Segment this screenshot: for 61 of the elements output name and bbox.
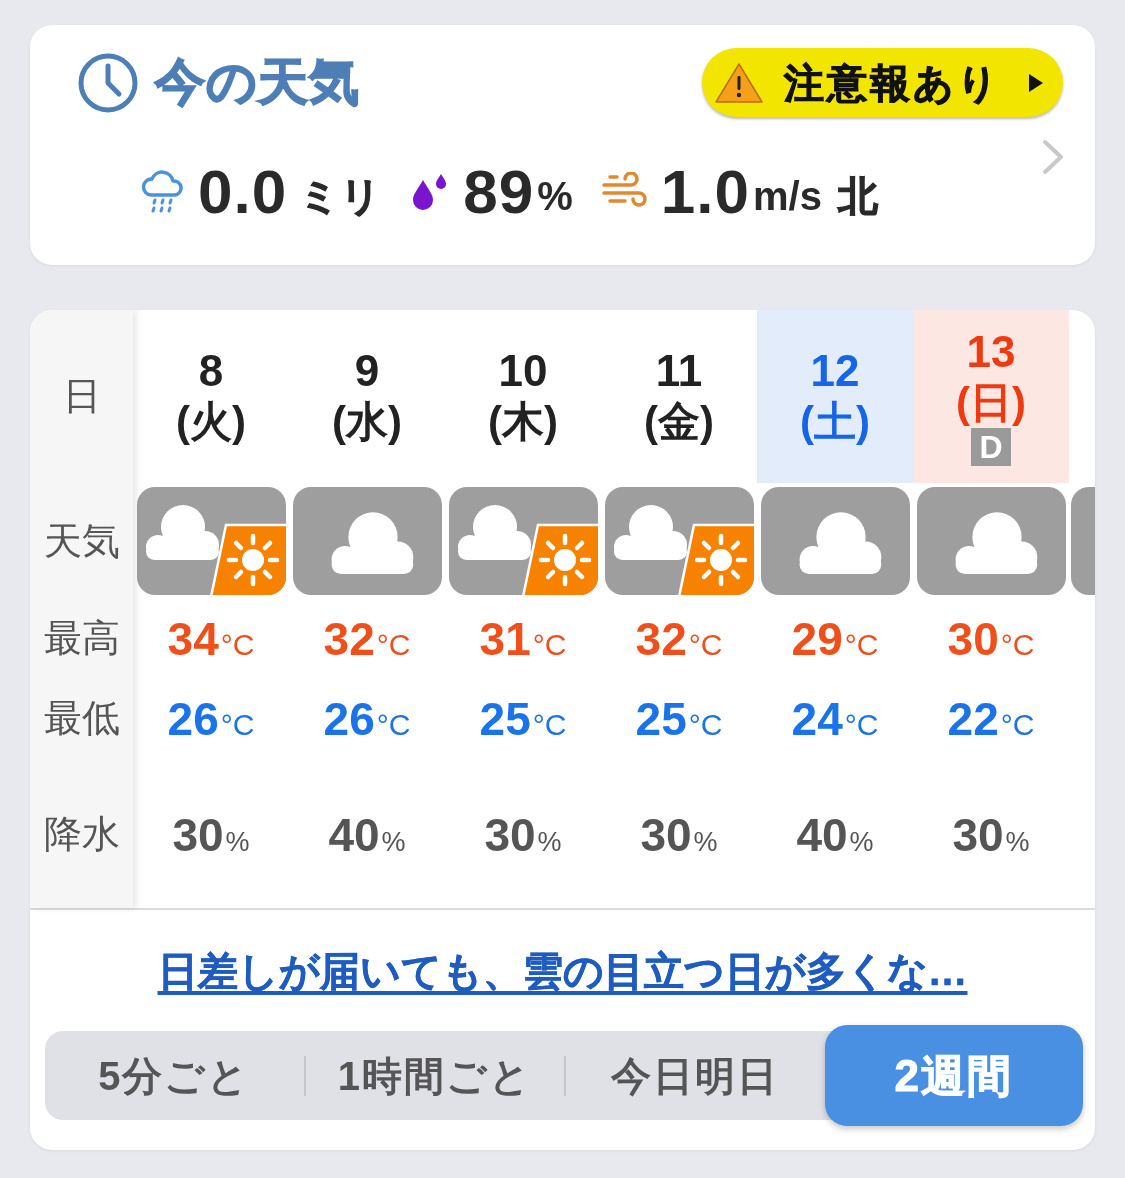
- reading-value: 1.0: [660, 161, 750, 223]
- row-label: 最低: [43, 695, 120, 741]
- reading-unit: m/s: [752, 176, 822, 216]
- day-date: 13: [966, 327, 1016, 378]
- low-temp: 25°C: [479, 695, 567, 742]
- period-tab[interactable]: 今日明日: [566, 1031, 825, 1120]
- day-date: 11: [655, 346, 703, 397]
- day-of-week: (木): [488, 396, 558, 447]
- precip-chance: 30%: [172, 812, 250, 858]
- precip-chance: 40%: [328, 812, 406, 858]
- period-tab[interactable]: 2週間: [824, 1025, 1083, 1126]
- row-label: 降水: [43, 812, 120, 858]
- cloud-sun-icon: [136, 487, 286, 595]
- high-temp: 30°C: [947, 615, 1035, 662]
- cloud-sun-icon: [448, 487, 598, 595]
- row-label: 最高: [43, 615, 120, 661]
- low-temp: 22°C: [947, 695, 1035, 742]
- low-temp: 25°C: [635, 695, 723, 742]
- low-temp: 26°C: [323, 695, 411, 742]
- reading-unit: %: [537, 176, 573, 216]
- day-date: 10: [498, 346, 548, 397]
- reading-value: 0.0: [198, 161, 288, 223]
- day-of-week: (水): [332, 396, 402, 447]
- warning-icon: [714, 60, 764, 105]
- day-date: 9: [354, 346, 380, 397]
- alert-button[interactable]: 注意報あり: [702, 48, 1063, 117]
- reading-value: 89: [463, 161, 535, 223]
- low-temp: 26°C: [167, 695, 255, 742]
- chevron-right-icon[interactable]: [1040, 138, 1065, 175]
- clock-icon: [77, 51, 139, 114]
- precip-chance: 30%: [640, 812, 718, 858]
- forecast-summary-link[interactable]: 日差しが届いても、雲の目立つ日が多くな…: [157, 949, 968, 993]
- low-temp: 24°C: [791, 695, 879, 742]
- now-card[interactable]: 今の天気 注意報あり 0.0 ミリ 89% 1.0m/s 北: [30, 25, 1095, 265]
- cloud-icon: [916, 487, 1066, 595]
- caret-icon: [1029, 73, 1043, 92]
- cloud-sun-icon: [604, 487, 754, 595]
- high-temp: 32°C: [323, 615, 411, 662]
- precip-chance: 30%: [484, 812, 562, 858]
- day-of-week: (火): [176, 396, 246, 447]
- day-of-week: (日): [956, 377, 1026, 428]
- precip-chance: 40%: [796, 812, 874, 858]
- row-label: 日: [62, 373, 101, 419]
- high-temp: 34°C: [167, 615, 255, 662]
- period-tab[interactable]: 5分ごと: [45, 1031, 304, 1120]
- day-of-week: (金): [644, 396, 714, 447]
- day-of-week: (土): [800, 396, 870, 447]
- day-tag: D: [971, 428, 1011, 466]
- wind-direction: 北: [837, 176, 878, 216]
- cloud-icon: [292, 487, 442, 595]
- cloud-icon: [760, 487, 910, 595]
- row-label: 天気: [43, 518, 120, 564]
- precip-chance: 30%: [952, 812, 1030, 858]
- section-title: 今の天気: [155, 55, 360, 110]
- day-date: 8: [198, 346, 224, 397]
- period-tab[interactable]: 1時間ごと: [305, 1031, 564, 1120]
- high-temp: 31°C: [479, 615, 567, 662]
- reading-unit: ミリ: [299, 176, 382, 216]
- day-date: 12: [810, 346, 860, 397]
- high-temp: 32°C: [635, 615, 723, 662]
- high-temp: 29°C: [791, 615, 879, 662]
